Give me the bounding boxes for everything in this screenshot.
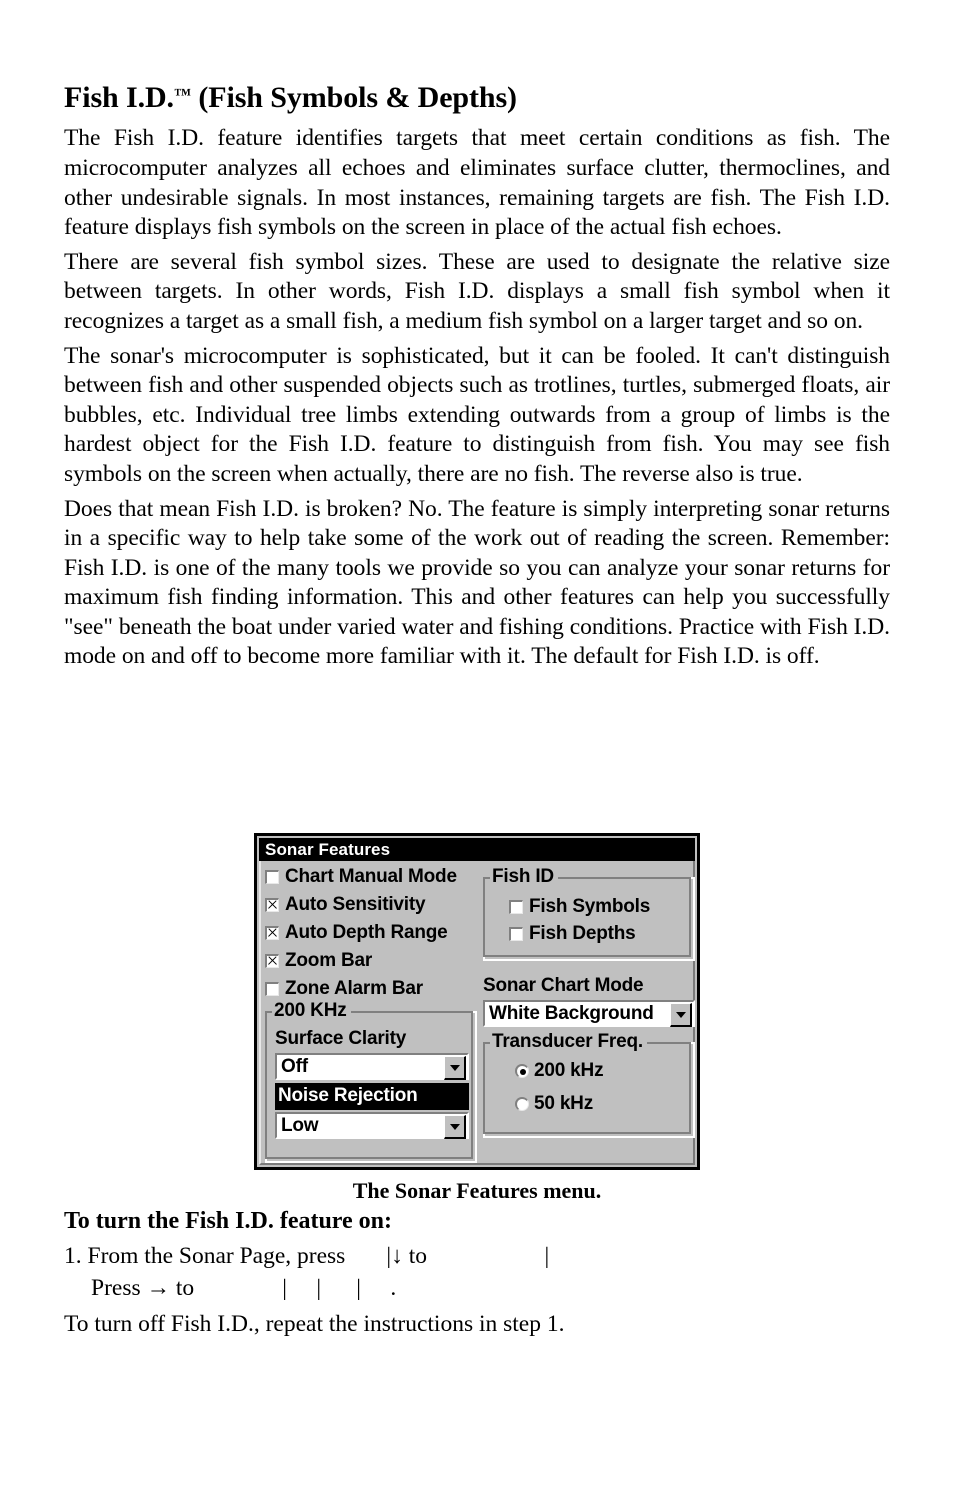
group-transducer-freq-title: Transducer Freq. — [490, 1032, 647, 1052]
checkbox-fish-symbols[interactable]: Fish Symbols — [509, 893, 687, 920]
paragraph-2: There are several fish symbol sizes. The… — [64, 248, 890, 334]
article-body: Fish I.D.™ (Fish Symbols & Depths) The F… — [64, 81, 890, 672]
chevron-down-icon[interactable] — [444, 1056, 466, 1080]
checkbox-label: Chart Manual Mode — [285, 866, 457, 887]
checkbox-unchecked-icon[interactable] — [265, 982, 279, 996]
surface-clarity-label: Surface Clarity — [275, 1028, 407, 1049]
group-200khz-content: Surface Clarity Off Noise Rejection Low — [267, 1013, 475, 1145]
instruction-step-1: 1. From the Sonar Page, press |↓ to | — [64, 1243, 550, 1269]
figure-caption: The Sonar Features menu. — [352, 1178, 602, 1203]
checkbox-auto-sensitivity[interactable]: Auto Sensitivity — [265, 891, 477, 919]
checkbox-zone-alarm-bar[interactable]: Zone Alarm Bar — [265, 975, 477, 1003]
radio-unselected-icon[interactable] — [515, 1096, 529, 1111]
checkbox-unchecked-icon[interactable] — [509, 899, 523, 914]
checkbox-zoom-bar[interactable]: Zoom Bar — [265, 947, 477, 975]
radio-selected-icon[interactable] — [515, 1063, 529, 1078]
noise-rejection-value: Low — [281, 1114, 319, 1136]
group-transducer-freq-content: 200 kHz 50 kHz — [485, 1044, 693, 1126]
page-title: Fish I.D.™ (Fish Symbols & Depths) — [64, 81, 890, 114]
checkbox-unchecked-icon[interactable] — [509, 926, 523, 941]
group-transducer-freq: Transducer Freq. 200 kHz 50 kHz — [483, 1032, 695, 1138]
noise-rejection-dropdown[interactable]: Low — [275, 1112, 469, 1139]
chevron-down-icon[interactable] — [670, 1003, 692, 1027]
chevron-down-icon[interactable] — [444, 1115, 466, 1139]
surface-clarity-dropdown[interactable]: Off — [275, 1053, 469, 1080]
paragraph-4: Does that mean Fish I.D. is broken? No. … — [64, 495, 890, 670]
checkbox-label: Auto Depth Range — [285, 922, 448, 943]
dialog-right-column: Fish ID Fish Symbols Fish Depths Sonar C… — [483, 863, 695, 1138]
radio-200khz[interactable]: 200 kHz — [493, 1054, 687, 1087]
document-page: Fish I.D.™ (Fish Symbols & Depths) The F… — [0, 0, 954, 1487]
checkbox-checked-icon[interactable] — [265, 926, 279, 940]
group-fish-id: Fish ID Fish Symbols Fish Depths — [483, 867, 695, 961]
group-200khz-title: 200 KHz — [272, 1001, 351, 1021]
instructions-closing: To turn off Fish I.D., repeat the instru… — [64, 1311, 565, 1337]
surface-clarity-value: Off — [281, 1055, 308, 1077]
paragraph-1: The Fish I.D. feature identifies targets… — [64, 125, 890, 241]
page-title-subject: (Fish Symbols & Depths) — [198, 81, 517, 114]
noise-rejection-label[interactable]: Noise Rejection — [275, 1083, 469, 1110]
dialog-left-column: Chart Manual Mode Auto Sensitivity Auto … — [265, 863, 477, 1163]
dialog-title-text: Sonar Features — [265, 840, 391, 859]
sonar-features-figure: Sonar Features Chart Manual Mode Auto Se… — [254, 833, 700, 1170]
group-fish-id-title: Fish ID — [490, 867, 558, 887]
checkbox-label: Zone Alarm Bar — [285, 978, 423, 999]
sonar-chart-mode-label: Sonar Chart Mode — [483, 975, 644, 996]
instructions-heading: To turn the Fish I.D. feature on: — [64, 1208, 393, 1234]
checkbox-auto-depth-range[interactable]: Auto Depth Range — [265, 919, 477, 947]
radio-50khz[interactable]: 50 kHz — [493, 1087, 687, 1120]
radio-label: 200 kHz — [534, 1059, 604, 1081]
radio-label: 50 kHz — [534, 1092, 594, 1114]
trademark-symbol: ™ — [173, 85, 191, 104]
checkbox-label: Fish Symbols — [529, 895, 651, 917]
checkbox-chart-manual-mode[interactable]: Chart Manual Mode — [265, 863, 477, 891]
dialog-titlebar: Sonar Features — [259, 838, 695, 861]
sonar-chart-mode-dropdown[interactable]: White Background — [483, 1000, 695, 1027]
instructions-section: To turn the Fish I.D. feature on: 1. Fro… — [64, 1206, 890, 1340]
group-200khz: 200 KHz Surface Clarity Off Noise Reject… — [265, 1001, 477, 1163]
sonar-chart-mode-value: White Background — [489, 1002, 654, 1024]
instruction-step-1-continued: Press → to | | | . — [91, 1275, 397, 1301]
checkbox-fish-depths[interactable]: Fish Depths — [509, 920, 687, 947]
checkbox-unchecked-icon[interactable] — [265, 870, 279, 884]
group-fish-id-content: Fish Symbols Fish Depths — [485, 879, 693, 953]
checkbox-checked-icon[interactable] — [265, 898, 279, 912]
checkbox-label: Auto Sensitivity — [285, 894, 426, 915]
checkbox-label: Zoom Bar — [285, 950, 373, 971]
dialog-content: Chart Manual Mode Auto Sensitivity Auto … — [259, 863, 695, 1165]
checkbox-checked-icon[interactable] — [265, 954, 279, 968]
page-title-main: Fish I.D. — [64, 81, 174, 114]
checkbox-label: Fish Depths — [529, 922, 636, 944]
paragraph-3: The sonar's microcomputer is sophisticat… — [64, 342, 890, 487]
sonar-features-dialog: Sonar Features Chart Manual Mode Auto Se… — [254, 833, 700, 1170]
